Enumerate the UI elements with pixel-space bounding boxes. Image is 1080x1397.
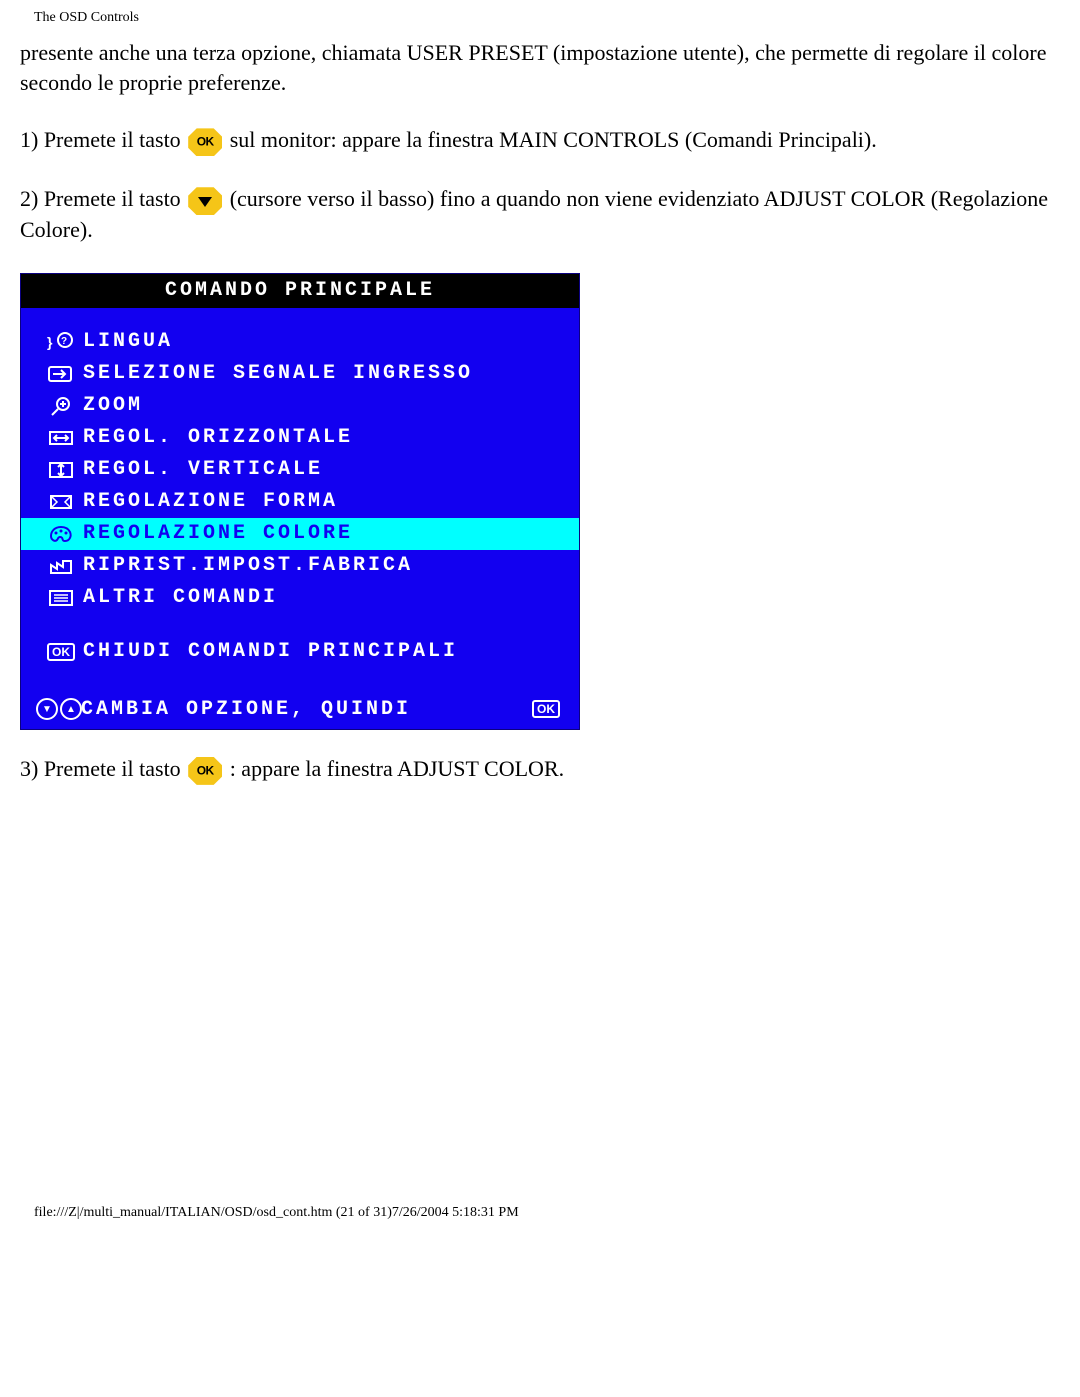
osd-title: COMANDO PRINCIPALE — [21, 274, 579, 308]
osd-footer-label: CAMBIA OPZIONE, QUINDI — [81, 698, 529, 721]
svg-text:?: ? — [61, 336, 67, 347]
osd-item-vertical[interactable]: REGOL. VERTICALE — [31, 454, 569, 486]
ok-exit-icon: OK — [39, 643, 83, 661]
language-icon: } ? — [39, 332, 83, 352]
factory-reset-icon — [39, 556, 83, 576]
osd-item-lingua[interactable]: } ? LINGUA — [31, 326, 569, 358]
osd-item-label: RIPRIST.IMPOST.FABRICA — [83, 554, 561, 577]
down-button-icon — [188, 187, 222, 215]
chevron-down-icon — [198, 197, 212, 207]
osd-item-input[interactable]: SELEZIONE SEGNALE INGRESSO — [31, 358, 569, 390]
ok-button-label: OK — [197, 134, 214, 150]
horizontal-adjust-icon — [39, 428, 83, 448]
step-2: 2) Premete il tasto (cursore verso il ba… — [20, 184, 1060, 245]
osd-item-other[interactable]: ALTRI COMANDI — [31, 582, 569, 614]
osd-item-zoom[interactable]: ZOOM — [31, 390, 569, 422]
osd-item-label: REGOL. ORIZZONTALE — [83, 426, 561, 449]
svg-text:}: } — [47, 334, 53, 350]
intro-paragraph: presente anche una terza opzione, chiama… — [20, 38, 1060, 97]
osd-item-horizontal[interactable]: REGOL. ORIZZONTALE — [31, 422, 569, 454]
osd-panel: COMANDO PRINCIPALE } ? LINGUA — [20, 273, 580, 730]
osd-item-color[interactable]: REGOLAZIONE COLORE — [21, 518, 579, 550]
osd-item-label: ALTRI COMANDI — [83, 586, 561, 609]
osd-item-exit[interactable]: OK CHIUDI COMANDI PRINCIPALI — [31, 636, 569, 668]
step-3-pre: 3) Premete il tasto — [20, 756, 186, 781]
ok-button-icon: OK — [188, 128, 222, 156]
osd-item-label: LINGUA — [83, 330, 561, 353]
vertical-adjust-icon — [39, 460, 83, 480]
page-footer: file:///Z|/multi_manual/ITALIAN/OSD/osd_… — [34, 1205, 1060, 1221]
color-adjust-icon — [39, 524, 83, 544]
step-1-pre: 1) Premete il tasto — [20, 127, 186, 152]
input-signal-icon — [39, 364, 83, 384]
step-3: 3) Premete il tasto OK : appare la fines… — [20, 754, 1060, 785]
osd-footer: ▼▲ CAMBIA OPZIONE, QUINDI OK — [21, 692, 579, 729]
ok-button-label: OK — [197, 763, 214, 779]
ok-confirm-icon: OK — [529, 700, 563, 718]
shape-adjust-icon — [39, 492, 83, 512]
step-2-pre: 2) Premete il tasto — [20, 186, 186, 211]
osd-item-label: SELEZIONE SEGNALE INGRESSO — [83, 362, 561, 385]
osd-item-label: REGOL. VERTICALE — [83, 458, 561, 481]
osd-item-label: ZOOM — [83, 394, 561, 417]
osd-item-shape[interactable]: REGOLAZIONE FORMA — [31, 486, 569, 518]
step-3-post: : appare la finestra ADJUST COLOR. — [230, 756, 564, 781]
step-1-post: sul monitor: appare la finestra MAIN CON… — [230, 127, 877, 152]
page-header: The OSD Controls — [34, 10, 1060, 26]
osd-body: } ? LINGUA SELEZIONE SEGNALE I — [21, 308, 579, 674]
osd-item-label: REGOLAZIONE FORMA — [83, 490, 561, 513]
step-1: 1) Premete il tasto OK sul monitor: appa… — [20, 125, 1060, 156]
other-commands-icon — [39, 588, 83, 608]
zoom-icon — [39, 395, 83, 417]
ok-button-icon: OK — [188, 757, 222, 785]
osd-exit-label: CHIUDI COMANDI PRINCIPALI — [83, 640, 561, 663]
osd-item-label: REGOLAZIONE COLORE — [83, 522, 561, 545]
up-down-icon: ▼▲ — [37, 698, 81, 720]
osd-item-factory[interactable]: RIPRIST.IMPOST.FABRICA — [31, 550, 569, 582]
